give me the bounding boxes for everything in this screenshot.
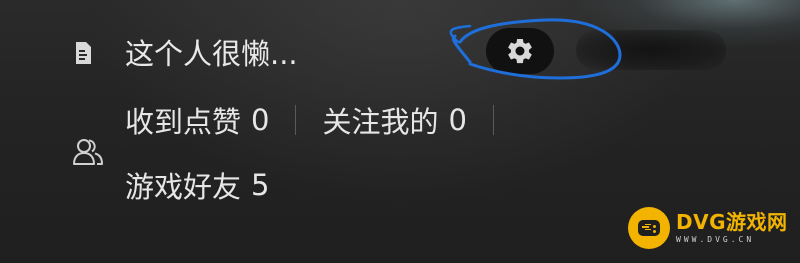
settings-button[interactable] xyxy=(486,28,554,74)
watermark-text: DVG游戏网 WWW.DVG.CN xyxy=(676,212,788,244)
likes-label: 收到点赞 xyxy=(125,105,242,139)
site-watermark: DVG游戏网 WWW.DVG.CN xyxy=(628,199,788,257)
stats-row: 收到点赞 0 关注我的 0 xyxy=(125,100,520,140)
profile-bio[interactable]: 这个人很懒... xyxy=(125,34,298,74)
divider xyxy=(492,105,494,135)
followers-count: 0 xyxy=(448,103,467,137)
likes-count: 0 xyxy=(251,103,270,137)
likes-received[interactable]: 收到点赞 0 xyxy=(125,99,269,141)
followers-label: 关注我的 xyxy=(322,105,439,139)
document-icon xyxy=(76,42,91,64)
blurred-pill xyxy=(576,30,726,70)
followers[interactable]: 关注我的 0 xyxy=(322,99,466,141)
watermark-title: DVG游戏网 xyxy=(676,210,788,234)
friends-label: 游戏好友 xyxy=(125,170,242,204)
friends-count: 5 xyxy=(251,168,270,202)
people-icon xyxy=(73,139,103,165)
profile-panel: 这个人很懒... 收到点赞 0 关注我的 0 游戏好友 5 DVG游戏网 WWW… xyxy=(0,0,800,263)
divider xyxy=(295,105,297,135)
gamepad-logo-icon xyxy=(628,207,670,249)
watermark-url: WWW.DVG.CN xyxy=(676,235,755,244)
game-friends[interactable]: 游戏好友 5 xyxy=(125,165,269,205)
gear-icon xyxy=(508,38,532,64)
